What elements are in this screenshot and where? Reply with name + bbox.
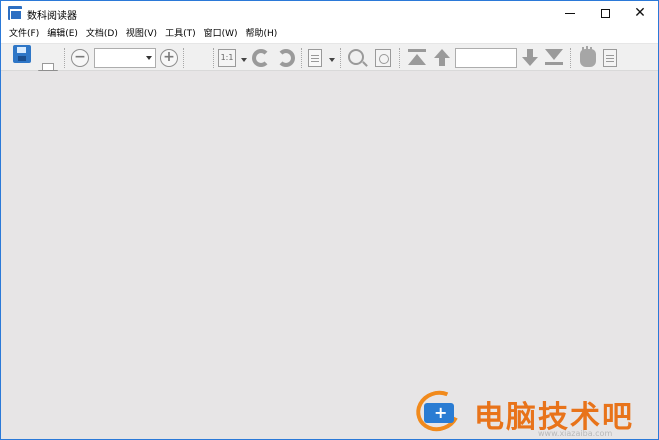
page-number-input[interactable] (455, 48, 517, 68)
watermark-logo-icon: + (410, 384, 466, 438)
page-layout-icon[interactable] (308, 49, 322, 67)
zoom-out-icon[interactable]: − (71, 49, 89, 67)
menu-window[interactable]: 窗口(W) (202, 25, 244, 43)
close-icon: ✕ (634, 5, 646, 21)
menu-edit[interactable]: 编辑(E) (45, 25, 84, 43)
hand-icon[interactable] (580, 47, 596, 67)
minimize-icon (565, 12, 575, 14)
minimize-button[interactable] (553, 1, 587, 25)
rotate-clockwise-icon[interactable] (252, 49, 270, 67)
actual-size-icon[interactable]: 1:1 (218, 49, 236, 67)
maximize-button[interactable] (588, 1, 622, 25)
select-text-icon[interactable] (603, 49, 617, 67)
zoom-in-icon[interactable]: + (160, 49, 178, 67)
toolbar-separator (301, 48, 302, 68)
zoom-combo[interactable] (94, 48, 156, 68)
chevron-down-icon[interactable] (146, 56, 152, 60)
watermark-url: www.xiazaiba.com (538, 429, 613, 438)
magnifier-icon[interactable] (348, 49, 364, 65)
zoom-box-icon[interactable] (375, 49, 391, 67)
toolbar-separator (183, 48, 184, 68)
maximize-icon (600, 8, 610, 18)
last-page-icon[interactable] (544, 49, 564, 67)
watermark: + 电脑技术吧 www.xiazaiba.com (410, 384, 656, 438)
menu-view[interactable]: 视图(V) (124, 25, 163, 43)
logo-cross: + (434, 403, 448, 422)
rotate-counterclockwise-icon[interactable] (277, 49, 295, 67)
close-button[interactable]: ✕ (623, 1, 657, 25)
app-icon (8, 6, 22, 20)
menu-tools[interactable]: 工具(T) (163, 25, 202, 43)
menu-file[interactable]: 文件(F) (7, 25, 45, 43)
chevron-down-icon[interactable] (241, 58, 247, 62)
app-window: 数科阅读器 ✕ 文件(F) 编辑(E) 文档(D) 视图(V) 工具(T) 窗口… (0, 0, 659, 440)
title-bar[interactable]: 数科阅读器 ✕ (1, 1, 658, 25)
toolbar-separator (399, 48, 400, 68)
toolbar-separator (340, 48, 341, 68)
up-arrow-icon[interactable] (433, 49, 451, 67)
menu-document[interactable]: 文档(D) (84, 25, 124, 43)
toolbar-separator (213, 48, 214, 68)
menu-help[interactable]: 帮助(H) (244, 25, 284, 43)
first-page-icon[interactable] (407, 49, 427, 67)
toolbar-separator (570, 48, 571, 68)
toolbar-separator (64, 48, 65, 68)
save-icon[interactable] (13, 45, 31, 63)
down-arrow-icon[interactable] (521, 49, 539, 67)
toolbar: − + 1:1 (1, 43, 658, 97)
document-area[interactable] (1, 71, 658, 439)
menu-bar: 文件(F) 编辑(E) 文档(D) 视图(V) 工具(T) 窗口(W) 帮助(H… (1, 25, 658, 43)
chevron-down-icon[interactable] (329, 58, 335, 62)
window-title: 数科阅读器 (27, 11, 77, 22)
